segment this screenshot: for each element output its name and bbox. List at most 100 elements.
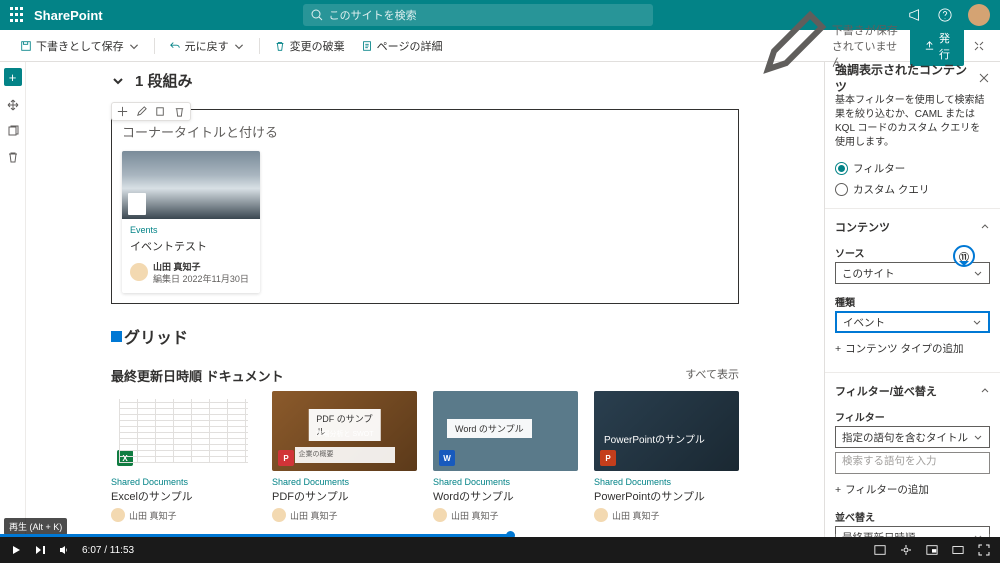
grid-subtitle: 最終更新日時順 ドキュメント [111,366,284,385]
see-all-link[interactable]: すべて表示 [685,366,739,385]
author-avatar [130,263,148,281]
delete-icon[interactable] [6,150,20,164]
save-draft-button[interactable]: 下書きとして保存 [14,35,146,57]
add-webpart-button[interactable]: + [4,68,22,86]
type-select[interactable]: イベント [835,311,990,333]
publish-button[interactable]: 発行 [910,26,964,66]
move-icon[interactable] [116,105,129,118]
highlighted-content-webpart[interactable]: コーナータイトルと付ける Events イベントテスト 山田 真知子 編集日 2… [111,109,739,304]
trash-icon [274,40,286,52]
doc-author: 山田 真知子 [111,508,256,522]
section-filter-header[interactable]: フィルター/並べ替え [825,372,1000,405]
webpart-toolbar [111,102,191,121]
square-bullet-icon [111,331,122,342]
card-title: イベントテスト [130,238,252,254]
undo-icon [169,40,181,52]
doc-card[interactable]: PDF のサンプル 市場分析と SWOT 企業の概要 P Shared Docu… [272,391,417,522]
fullscreen-icon[interactable] [978,544,990,556]
page-details-button[interactable]: ページの詳細 [355,35,449,57]
canvas: 1 段組み コーナータイトルと付ける Events イベントテスト [26,62,824,537]
doc-card[interactable]: PowerPointのサンプル P Shared Documents Power… [594,391,739,522]
chevron-up-icon [980,222,990,232]
card-author: 山田 真知子 編集日 2022年11月30日 [130,262,252,285]
app-launcher-icon[interactable] [10,7,26,23]
doc-library: Shared Documents [111,477,256,487]
left-rail: + [0,62,26,537]
brand-name: SharePoint [34,8,103,23]
video-controls: 6:07 / 11:53 [0,537,1000,563]
doc-title: Wordのサンプル [433,488,578,504]
volume-icon[interactable] [58,544,70,556]
copy-icon[interactable] [6,124,20,138]
file-icon [128,193,146,215]
publish-icon [924,40,935,51]
grid-heading: グリッド [26,324,824,348]
chevron-down-icon [233,40,245,52]
next-icon[interactable] [34,544,46,556]
chevron-down-icon [973,268,983,278]
doc-library: Shared Documents [433,477,578,487]
doc-thumbnail: Word のサンプル W [433,391,578,471]
copy-icon[interactable] [154,105,167,118]
trash-icon[interactable] [173,105,186,118]
theater-icon[interactable] [952,544,964,556]
doc-thumbnail: PDF のサンプル 市場分析と SWOT 企業の概要 P [272,391,417,471]
move-icon[interactable] [6,98,20,112]
play-icon[interactable] [10,544,22,556]
doc-title: Excelのサンプル [111,488,256,504]
page-icon [361,40,373,52]
pip-icon[interactable] [926,544,938,556]
chevron-up-icon [980,386,990,396]
section-content-header[interactable]: コンテンツ [825,208,1000,241]
search-icon [311,9,323,21]
radio-filter[interactable]: フィルター [825,158,1000,179]
search-input[interactable]: このサイトを検索 [303,4,653,26]
doc-title: PowerPointのサンプル [594,488,739,504]
command-bar: 下書きとして保存 元に戻す 変更の破棄 ページの詳細 下書きが保存されていません… [0,30,1000,62]
card-category: Events [130,225,252,235]
filter-term-input[interactable]: 検索する語句を入力 [835,452,990,474]
edit-icon[interactable] [135,105,148,118]
doc-library: Shared Documents [272,477,417,487]
radio-custom-query[interactable]: カスタム クエリ [825,179,1000,200]
undo-button[interactable]: 元に戻す [163,35,251,57]
video-time: 6:07 / 11:53 [82,545,134,556]
panel-title: 強調表示されたコンテンツ [835,62,978,95]
expand-icon[interactable] [972,39,986,53]
chevron-down-icon [972,317,982,327]
doc-card[interactable]: X Shared Documents Excelのサンプル 山田 真知子 [111,391,256,522]
chevron-down-icon [973,432,983,442]
ppt-icon: P [600,450,616,466]
play-tooltip: 再生 (Alt + K) [4,518,67,535]
filter-select[interactable]: 指定の語句を含むタイトル [835,426,990,448]
radio-icon [835,162,848,175]
sort-label: 並べ替え [825,505,1000,526]
content-card[interactable]: Events イベントテスト 山田 真知子 編集日 2022年11月30日 [122,151,260,293]
filter-label: フィルター [825,405,1000,426]
cc-icon[interactable] [874,544,886,556]
panel-description: 基本フィルターを使用して検索結果を絞り込むか、CAML または KQL コードの… [825,94,1000,158]
doc-author: 山田 真知子 [272,508,417,522]
pdf-icon: P [278,450,294,466]
excel-icon: X [117,450,133,466]
add-content-type-button[interactable]: + コンテンツ タイプの追加 [825,333,1000,364]
close-icon[interactable] [978,72,990,84]
document-grid: X Shared Documents Excelのサンプル 山田 真知子 PDF… [26,391,824,522]
word-icon: W [439,450,455,466]
webpart-title-input[interactable]: コーナータイトルと付ける [122,122,728,141]
settings-icon[interactable] [900,544,912,556]
source-select[interactable]: このサイト ⑪ [835,262,990,284]
card-thumbnail [122,151,260,219]
doc-author: 山田 真知子 [594,508,739,522]
doc-author: 山田 真知子 [433,508,578,522]
callout-marker: ⑪ [953,245,975,267]
chevron-down-icon [111,74,125,88]
section-title[interactable]: 1 段組み [26,70,824,91]
doc-thumbnail: X [111,391,256,471]
doc-thumbnail: PowerPointのサンプル P [594,391,739,471]
discard-button[interactable]: 変更の破棄 [268,35,351,57]
add-filter-button[interactable]: + フィルターの追加 [825,474,1000,505]
doc-library: Shared Documents [594,477,739,487]
doc-card[interactable]: Word のサンプル W Shared Documents Wordのサンプル … [433,391,578,522]
doc-title: PDFのサンプル [272,488,417,504]
